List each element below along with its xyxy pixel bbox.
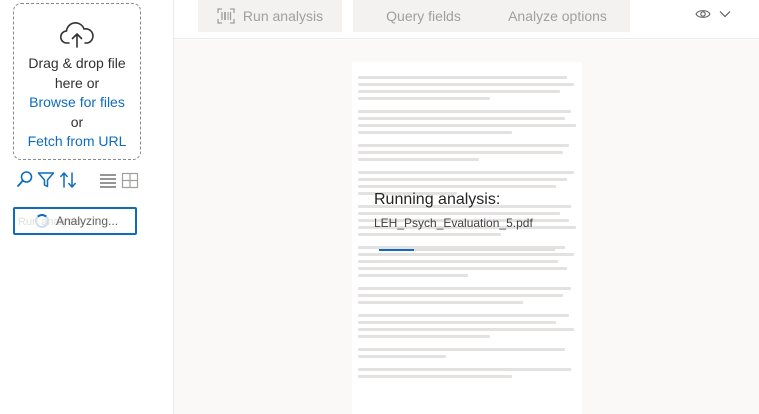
analysis-progress-bar xyxy=(379,249,555,251)
dropzone-or-text: or xyxy=(70,113,84,130)
analysis-filename: LEH_Psych_Evaluation_5.pdf xyxy=(374,216,533,230)
top-toolbar: Run analysis Query fields Analyze option… xyxy=(174,0,759,39)
analyze-options-label: Analyze options xyxy=(508,8,607,24)
running-analysis-title: Running analysis: xyxy=(374,191,501,208)
list-view-icon[interactable] xyxy=(99,170,117,190)
left-panel: Drag & drop file here or Browse for file… xyxy=(0,0,174,414)
view-toggle[interactable] xyxy=(695,8,731,20)
dropzone-instruction-line1: Drag & drop file xyxy=(28,55,126,71)
analysis-progress-overlay: Running analysis: LEH_Psych_Evaluation_5… xyxy=(374,190,584,260)
scan-icon xyxy=(217,8,235,24)
query-fields-button[interactable]: Query fields xyxy=(353,0,494,32)
fetch-from-url-link[interactable]: Fetch from URL xyxy=(14,132,140,152)
eye-icon xyxy=(695,10,711,18)
run-analysis-label: Run analysis xyxy=(242,8,324,24)
grid-view-icon[interactable] xyxy=(121,170,139,190)
analyzing-label: Analyzing... xyxy=(56,214,119,228)
dropzone-instruction-line2: here or xyxy=(54,74,100,91)
run-analysis-button[interactable]: Run analysis xyxy=(198,0,342,32)
document-viewer: Running analysis: LEH_Psych_Evaluation_5… xyxy=(174,40,759,414)
browse-files-link[interactable]: Browse for files xyxy=(14,93,140,113)
search-icon[interactable] xyxy=(16,170,34,190)
analyze-options-button[interactable]: Analyze options xyxy=(485,0,630,32)
query-fields-label: Query fields xyxy=(386,8,461,24)
file-list-toolbar xyxy=(16,170,142,192)
analysis-progress-fill xyxy=(379,249,415,251)
cloud-upload-icon xyxy=(60,22,94,48)
chevron-down-icon xyxy=(719,11,731,18)
filter-icon[interactable] xyxy=(37,170,55,190)
file-dropzone[interactable]: Drag & drop file here or Browse for file… xyxy=(13,3,141,160)
analyzing-status-button[interactable]: Run analysis Analyzing... xyxy=(13,207,137,235)
sort-icon[interactable] xyxy=(59,170,77,190)
